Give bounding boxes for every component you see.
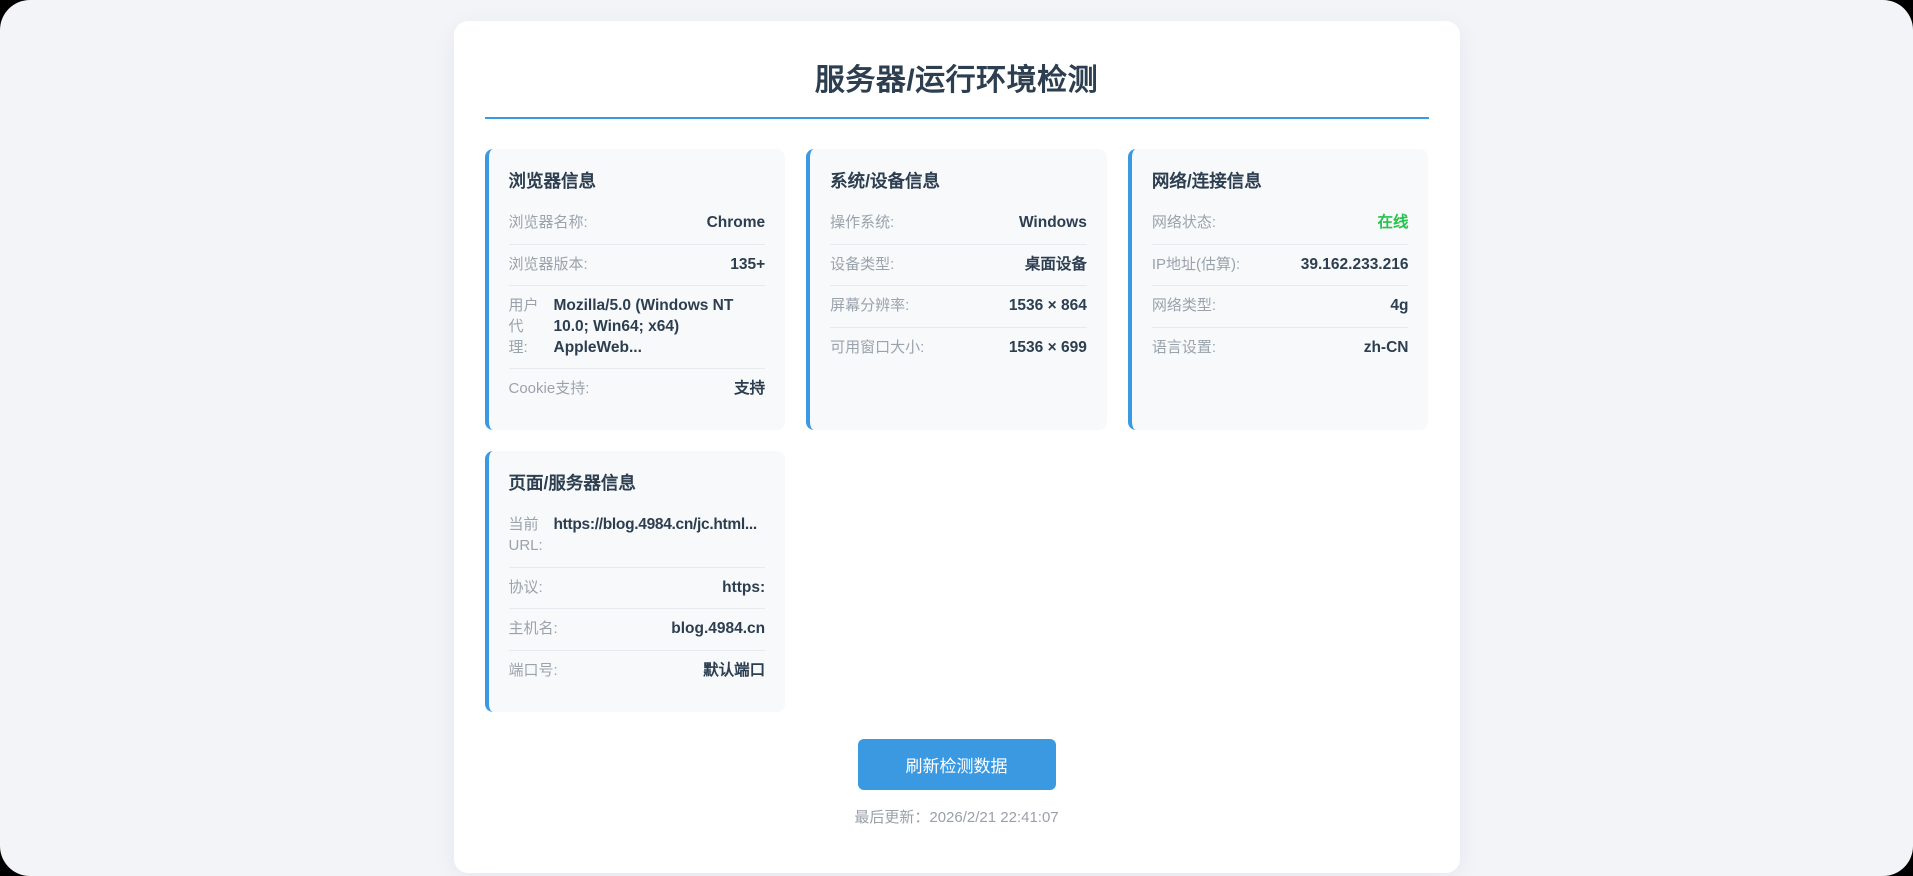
cards-grid: 浏览器信息 浏览器名称: Chrome 浏览器版本: 135+ 用户代理: Mo… xyxy=(484,149,1429,712)
row-window-size: 可用窗口大小: 1536 × 699 xyxy=(830,328,1087,369)
row-value: blog.4984.cn xyxy=(671,620,766,638)
last-update: 最后更新：2026/2/21 22:41:07 xyxy=(485,806,1429,827)
last-update-time: 2026/2/21 22:41:07 xyxy=(929,808,1059,826)
row-value: Windows xyxy=(1018,214,1087,231)
row-label: 语言设置: xyxy=(1151,339,1216,357)
row-label: 屏幕分辨率: xyxy=(830,297,910,315)
row-value: 135+ xyxy=(730,255,766,273)
card-title: 网络/连接信息 xyxy=(1151,171,1262,191)
row-value: 1536 × 864 xyxy=(1008,297,1087,315)
page-title: 服务器/运行环境检测 xyxy=(814,64,1099,97)
card-page-server-info: 页面/服务器信息 当前URL: https://blog.4984.cn/jc.… xyxy=(484,451,786,712)
row-label: 端口号: xyxy=(508,661,558,679)
row-label: Cookie支持: xyxy=(508,380,590,398)
row-value: 4g xyxy=(1390,297,1409,315)
row-browser-name: 浏览器名称: Chrome xyxy=(508,203,766,245)
row-label: 可用窗口大小: xyxy=(830,339,925,357)
row-value: 默认端口 xyxy=(703,661,766,679)
row-screen-resolution: 屏幕分辨率: 1536 × 864 xyxy=(830,286,1087,329)
row-browser-version: 浏览器版本: 135+ xyxy=(508,245,766,287)
row-device-type: 设备类型: 桌面设备 xyxy=(830,245,1087,287)
title-underline xyxy=(484,117,1429,119)
current-url-value: https://blog.4984.cn/jc.html... xyxy=(553,516,758,534)
row-language-setting: 语言设置: zh-CN xyxy=(1152,328,1409,369)
row-label: 网络类型: xyxy=(1151,297,1216,315)
row-label: 当前URL: xyxy=(508,516,543,554)
row-port: 端口号: 默认端口 xyxy=(509,651,766,692)
row-value: Mozilla/5.0 (Windows NT 10.0; Win64; x64… xyxy=(553,297,734,356)
card-title: 浏览器信息 xyxy=(508,171,597,191)
row-value: https: xyxy=(722,578,766,596)
screen: 服务器/运行环境检测 浏览器信息 浏览器名称: Chrome 浏览器版本: 13… xyxy=(0,0,1913,876)
row-label: 浏览器名称: xyxy=(508,214,588,231)
row-label: 主机名: xyxy=(508,620,558,638)
row-value: zh-CN xyxy=(1363,339,1409,357)
refresh-button[interactable]: 刷新检测数据 xyxy=(857,738,1056,790)
row-user-agent: 用户代理: Mozilla/5.0 (Windows NT 10.0; Win6… xyxy=(508,286,766,370)
card-network-info: 网络/连接信息 网络状态: 在线 IP地址(估算): 39.162.233.21… xyxy=(1127,149,1429,431)
row-label: 浏览器版本: xyxy=(508,255,588,273)
detection-panel: 服务器/运行环境检测 浏览器信息 浏览器名称: Chrome 浏览器版本: 13… xyxy=(453,21,1460,873)
row-hostname: 主机名: blog.4984.cn xyxy=(508,609,766,651)
row-network-status: 网络状态: 在线 xyxy=(1151,203,1409,245)
row-value: 1536 × 699 xyxy=(1008,339,1087,357)
row-label: 用户代理: xyxy=(508,297,539,356)
network-status-value: 在线 xyxy=(1377,214,1409,231)
row-label: 操作系统: xyxy=(830,214,895,231)
row-value: Chrome xyxy=(706,214,766,231)
row-current-url: 当前URL: https://blog.4984.cn/jc.html... xyxy=(508,505,766,568)
row-ip-address: IP地址(估算): 39.162.233.216 xyxy=(1151,245,1409,287)
row-network-type: 网络类型: 4g xyxy=(1151,286,1409,329)
row-label: 网络状态: xyxy=(1151,214,1216,231)
card-title: 系统/设备信息 xyxy=(830,171,941,191)
card-browser-info: 浏览器信息 浏览器名称: Chrome 浏览器版本: 135+ 用户代理: Mo… xyxy=(484,149,786,431)
row-protocol: 协议: https: xyxy=(508,568,766,610)
row-label: IP地址(估算): xyxy=(1151,255,1241,273)
row-value: 桌面设备 xyxy=(1024,255,1087,273)
row-value: 支持 xyxy=(734,380,766,398)
row-value: 39.162.233.216 xyxy=(1300,255,1409,273)
row-label: 设备类型: xyxy=(830,255,895,273)
row-os: 操作系统: Windows xyxy=(830,203,1087,245)
row-cookie-support: Cookie支持: 支持 xyxy=(509,369,766,410)
card-system-info: 系统/设备信息 操作系统: Windows 设备类型: 桌面设备 屏幕分辨率: … xyxy=(806,149,1107,431)
last-update-label: 最后更新： xyxy=(854,808,930,826)
row-label: 协议: xyxy=(508,578,543,596)
card-title: 页面/服务器信息 xyxy=(508,473,636,494)
